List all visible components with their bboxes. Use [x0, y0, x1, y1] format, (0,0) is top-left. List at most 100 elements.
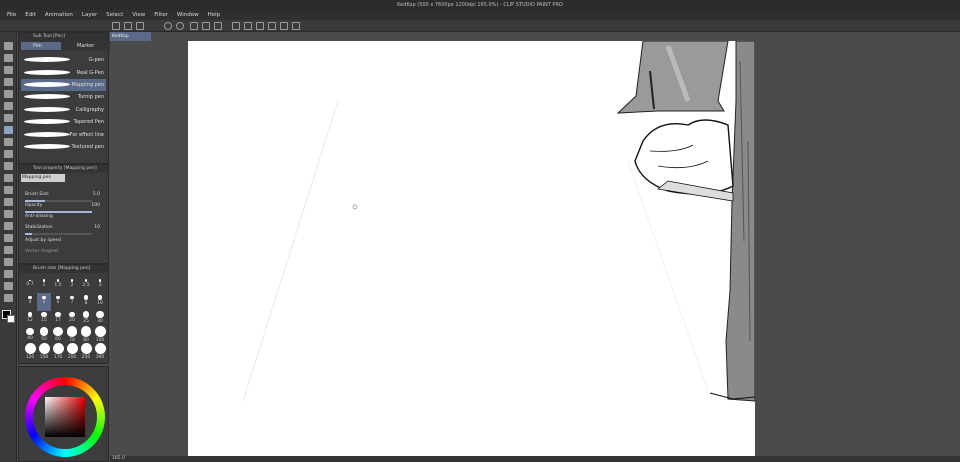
brush-size-option[interactable]: 2.5: [79, 276, 93, 294]
brush-size-option[interactable]: 7: [65, 293, 79, 311]
brush-size-label: 8: [84, 300, 88, 306]
drawing-canvas[interactable]: [188, 41, 755, 462]
eraser-tool-icon[interactable]: [4, 186, 13, 194]
pen-tool-icon[interactable]: [4, 126, 13, 134]
brush-size-option[interactable]: 200: [65, 343, 79, 362]
move-layer-tool-icon[interactable]: [4, 78, 13, 86]
brush-size-option[interactable]: 3: [93, 276, 107, 294]
deselect-icon[interactable]: [232, 22, 240, 30]
brush-size-option[interactable]: 2: [65, 276, 79, 294]
anti-aliasing-setting[interactable]: Anti-aliasing: [21, 214, 106, 225]
brush-size-option[interactable]: 8: [79, 293, 93, 311]
adjust-by-speed-checkbox[interactable]: Adjust by speed: [21, 238, 106, 249]
frame-border-tool-icon[interactable]: [4, 246, 13, 254]
brush-size-option[interactable]: 150: [37, 343, 51, 362]
brush-turnip-pen[interactable]: Turnip pen: [21, 91, 106, 103]
brush-tool-icon[interactable]: [4, 150, 13, 158]
gradient-tool-icon[interactable]: [4, 222, 13, 230]
menu-select[interactable]: Select: [106, 12, 123, 18]
menu-file[interactable]: File: [7, 12, 16, 18]
brush-stroke-preview: [22, 132, 72, 137]
crop-icon[interactable]: [256, 22, 264, 30]
brush-size-slider[interactable]: Brush Size 5.0: [21, 192, 106, 203]
document-tab[interactable]: KedKop: [110, 32, 151, 41]
brush-size-dot: [97, 295, 103, 300]
brush-size-label: 25: [83, 318, 89, 324]
brush-size-option[interactable]: 4: [23, 293, 37, 311]
brush-size-dot: [56, 295, 60, 300]
menu-window[interactable]: Window: [177, 12, 199, 18]
clear-icon[interactable]: [190, 22, 198, 30]
menu-help[interactable]: Help: [208, 12, 221, 18]
redo-icon[interactable]: [176, 22, 184, 30]
brush-size-option[interactable]: 1: [37, 276, 51, 294]
opacity-slider[interactable]: Opacity 100: [21, 203, 106, 214]
brush-size-option[interactable]: 120: [23, 343, 37, 362]
move-tool-icon[interactable]: [4, 54, 13, 62]
brush-size-option[interactable]: 170: [51, 343, 65, 362]
transform-icon[interactable]: [214, 22, 222, 30]
auto-select-tool-icon[interactable]: [4, 102, 13, 110]
pencil-tool-icon[interactable]: [4, 138, 13, 146]
zoom-readout[interactable]: 165.0: [112, 456, 125, 461]
selection-tool-icon[interactable]: [4, 90, 13, 98]
brush-size-dot: [66, 326, 78, 337]
brush-mapping-pen[interactable]: Mapping pen: [21, 79, 106, 91]
brush-textured-pen[interactable]: Textured pen: [21, 141, 106, 153]
decoration-tool-icon[interactable]: [4, 174, 13, 182]
brush-size-option[interactable]: 17: [51, 310, 65, 328]
brush-tapered-pen[interactable]: Tapered Pen: [21, 116, 106, 128]
saturation-value-square[interactable]: [45, 397, 85, 437]
tab-marker[interactable]: Marker: [65, 42, 105, 50]
menu-filter[interactable]: Filter: [154, 12, 168, 18]
brush-size-option[interactable]: 15: [37, 310, 51, 328]
snap-grid-icon[interactable]: [292, 22, 300, 30]
brush-calligraphy[interactable]: Calligraphy: [21, 104, 106, 116]
invert-selection-icon[interactable]: [244, 22, 252, 30]
save-icon[interactable]: [136, 22, 144, 30]
menu-layer[interactable]: Layer: [82, 12, 97, 18]
zoom-tool-icon[interactable]: [4, 42, 13, 50]
brush-g-pen[interactable]: G-pen: [21, 54, 106, 66]
fill-tool-icon[interactable]: [4, 210, 13, 218]
menu-edit[interactable]: Edit: [25, 12, 36, 18]
correct-line-tool-icon[interactable]: [4, 294, 13, 302]
brush-size-option[interactable]: 5: [37, 293, 51, 311]
stabilization-slider[interactable]: Stabilization 10: [21, 225, 106, 236]
brush-size-option[interactable]: 250: [79, 343, 93, 362]
operation-tool-icon[interactable]: [4, 66, 13, 74]
brush-size-option[interactable]: 10: [93, 293, 107, 311]
brush-size-label: 1.5: [54, 282, 62, 288]
airbrush-tool-icon[interactable]: [4, 162, 13, 170]
balloon-tool-icon[interactable]: [4, 282, 13, 290]
undo-icon[interactable]: [164, 22, 172, 30]
figure-tool-icon[interactable]: [4, 234, 13, 242]
vector-magnet-setting[interactable]: Vector magnet: [21, 249, 106, 260]
fill-icon[interactable]: [202, 22, 210, 30]
brush-size-option[interactable]: 1.5: [51, 276, 65, 294]
brush-size-option[interactable]: 6: [51, 293, 65, 311]
brush-size-label: 7: [70, 300, 74, 306]
ruler-tool-icon[interactable]: [4, 258, 13, 266]
brush-size-option[interactable]: 0.7: [23, 276, 37, 294]
brush-size-option[interactable]: 300: [93, 343, 107, 362]
text-tool-icon[interactable]: [4, 270, 13, 278]
brush-size-option[interactable]: 20: [65, 310, 79, 328]
brush-effect-line[interactable]: For effect line: [21, 129, 106, 141]
eyedropper-tool-icon[interactable]: [4, 114, 13, 122]
brush-size-label: 40: [27, 336, 33, 342]
window-title: KedKop (500 x 7600px 1200dpi 165.0%) - C…: [397, 2, 563, 8]
brush-size-dot: [94, 343, 106, 354]
blend-tool-icon[interactable]: [4, 198, 13, 206]
brush-real-g-pen[interactable]: Real G-Pen: [21, 67, 106, 79]
brush-stroke-preview: [22, 94, 72, 99]
snap-ruler-icon[interactable]: [268, 22, 276, 30]
sub-color-swatch[interactable]: [7, 315, 15, 323]
open-icon[interactable]: [124, 22, 132, 30]
tab-pen[interactable]: Pen: [21, 42, 61, 50]
snap-special-ruler-icon[interactable]: [280, 22, 288, 30]
menu-animation[interactable]: Animation: [45, 12, 73, 18]
menu-view[interactable]: View: [132, 12, 145, 18]
new-canvas-icon[interactable]: [112, 22, 120, 30]
brush-size-option[interactable]: 12: [23, 310, 37, 328]
